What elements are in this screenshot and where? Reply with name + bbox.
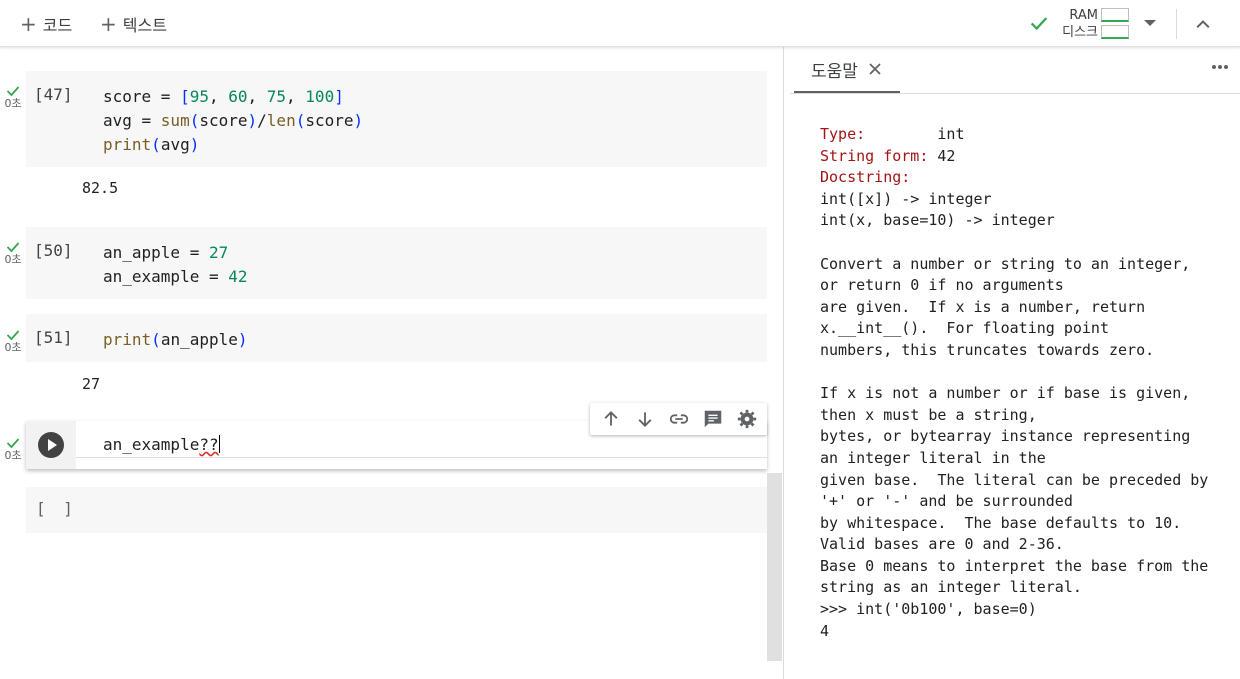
chevron-up-icon[interactable] [1193, 14, 1213, 34]
plus-icon: + [20, 12, 37, 36]
connected-check-icon [1030, 17, 1048, 31]
code-line: print(an_apple) [103, 330, 248, 349]
docstring-key: Docstring: [820, 168, 911, 187]
exec-count: [47] [34, 85, 73, 104]
help-divider [790, 93, 1240, 94]
ram-label: RAM [1069, 8, 1098, 23]
add-code-label: 코드 [42, 16, 73, 35]
add-text-button[interactable]: + 텍스트 [100, 11, 167, 37]
code-cell[interactable]: [50] an_apple = 27 an_example = 42 [26, 227, 767, 299]
cell-status: 0초 [2, 85, 24, 111]
top-toolbar: + 코드 + 텍스트 RAM 디스크 [0, 0, 1240, 47]
ram-bar [1101, 8, 1129, 22]
runtime-dropdown-icon[interactable] [1144, 20, 1156, 26]
exec-time: 0초 [4, 449, 22, 462]
cell-output: 82.5 [82, 179, 119, 197]
resource-bars[interactable] [1101, 8, 1129, 42]
close-icon[interactable] [868, 62, 882, 76]
arrow-up-icon [604, 411, 618, 426]
plus-icon: + [100, 12, 117, 36]
help-tab-label: 도움말 [811, 61, 858, 82]
toolbar-divider [1176, 9, 1177, 39]
add-text-label: 텍스트 [122, 16, 167, 35]
type-key: Type: [820, 125, 866, 143]
copy-link-button[interactable] [662, 405, 696, 433]
tab-help[interactable]: 도움말 [794, 47, 900, 93]
resource-monitor[interactable]: RAM 디스크 [1055, 7, 1098, 41]
type-value: int [937, 125, 965, 143]
code-editor[interactable]: score = [95, 60, 75, 100] avg = sum(scor… [103, 85, 363, 157]
code-cell[interactable]: [51] print(an_apple) [26, 314, 767, 362]
disk-bar [1101, 25, 1129, 39]
notebook-scrollbar[interactable] [767, 473, 782, 661]
cell-status: 0초 [2, 437, 24, 463]
help-panel: 도움말 Type: int String form: 42 Docstring:… [783, 47, 1240, 679]
cell-gutter [26, 421, 76, 469]
gear-icon [737, 409, 757, 429]
exec-time: 0초 [4, 253, 22, 266]
cell-output: 27 [82, 375, 101, 393]
code-editor[interactable]: an_apple = 27 an_example = 42 [103, 241, 248, 289]
exec-count: [50] [34, 241, 73, 260]
run-cell-button[interactable] [38, 432, 64, 458]
link-icon [669, 414, 689, 424]
code-cell[interactable]: [ ] [26, 487, 767, 533]
active-line-marker [76, 457, 767, 458]
more-options-icon[interactable] [1212, 65, 1230, 69]
comment-icon [704, 410, 722, 428]
code-cell[interactable]: [47] score = [95, 60, 75, 100] avg = sum… [26, 71, 767, 167]
string-form-key: String form: [820, 146, 929, 165]
disk-label: 디스크 [1062, 25, 1098, 40]
code-line: avg = sum(score)/len(score) [103, 111, 364, 130]
exec-time: 0초 [4, 97, 22, 110]
code-line: score = [95, 60, 75, 100] [103, 87, 344, 106]
code-line: print(avg) [103, 135, 200, 154]
cell-settings-button[interactable] [730, 405, 764, 433]
cell-toolbar [590, 403, 767, 435]
add-code-button[interactable]: + 코드 [20, 11, 72, 37]
exec-time: 0초 [4, 341, 22, 354]
code-editor[interactable]: print(an_apple) [103, 328, 248, 352]
cell-status: 0초 [2, 241, 24, 267]
notebook-area: 0초 [47] score = [95, 60, 75, 100] avg = … [0, 47, 783, 679]
move-cell-up-button[interactable] [594, 405, 628, 433]
code-editor[interactable]: an_example?? [103, 435, 220, 454]
help-content: Type: int String form: 42 Docstring: int… [820, 124, 1208, 642]
move-cell-down-button[interactable] [628, 405, 662, 433]
code-line: an_example = 42 [103, 267, 248, 286]
string-form-value: 42 [937, 146, 956, 165]
cell-status: 0초 [2, 329, 24, 355]
docstring-text: int([x]) -> integer int(x, base=10) -> i… [820, 189, 1209, 640]
code-line: an_example?? [103, 435, 219, 454]
exec-count: [ ] [36, 499, 77, 518]
code-line: an_apple = 27 [103, 243, 229, 262]
arrow-down-icon [638, 412, 652, 427]
text-caret [218, 435, 220, 453]
add-comment-button[interactable] [696, 405, 730, 433]
exec-count: [51] [34, 328, 73, 347]
